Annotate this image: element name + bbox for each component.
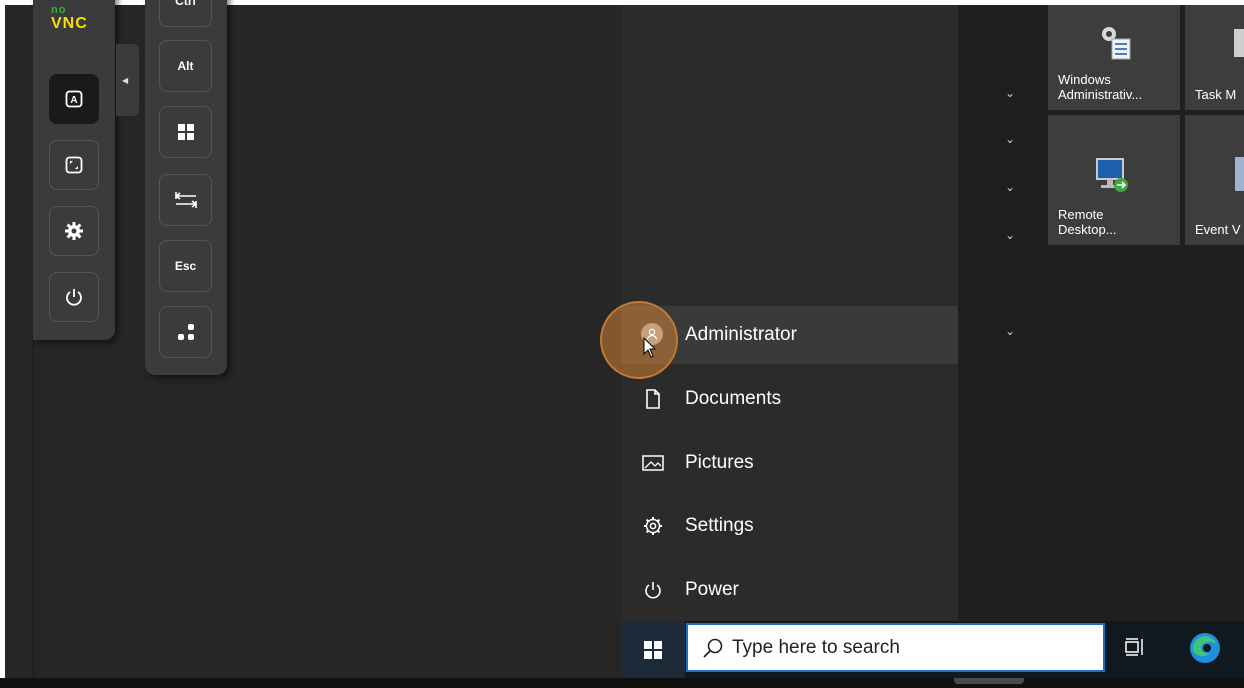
fullscreen-icon [65, 156, 83, 174]
tab-key-button[interactable] [159, 174, 212, 226]
mouse-cursor-icon [643, 337, 657, 358]
collapse-arrow-icon: ◀ [122, 75, 129, 85]
esc-key-button[interactable]: Esc [159, 240, 212, 292]
bottom-handle[interactable] [954, 678, 1024, 684]
tile-label-line2: Event V [1195, 222, 1241, 237]
menu-item-settings[interactable]: Settings [621, 497, 958, 555]
tile-windows-administrative-tools[interactable]: Windows Administrativ... [1048, 5, 1180, 110]
tile-label-line1: Windows [1058, 72, 1111, 87]
ctrl-alt-del-button[interactable] [159, 306, 212, 358]
extra-keys-panel: Ctrl Alt Esc [145, 0, 227, 375]
keyboard-button[interactable]: A [49, 74, 99, 124]
tile-remote-desktop[interactable]: Remote Desktop... [1048, 115, 1180, 245]
document-icon [646, 389, 660, 409]
task-view-button[interactable] [1120, 632, 1150, 662]
task-view-icon [1125, 638, 1143, 656]
menu-item-label: Administrator [685, 324, 797, 345]
task-manager-icon [1234, 29, 1244, 57]
esc-key-label: Esc [174, 259, 197, 273]
alt-key-label: Alt [177, 59, 194, 73]
menu-item-pictures[interactable]: Pictures [621, 434, 958, 492]
ctrl-key-label: Ctrl [175, 0, 196, 8]
windows-logo-icon [177, 124, 194, 140]
menu-item-label: Power [685, 579, 739, 600]
search-input[interactable] [730, 635, 1074, 660]
novnc-control-bar: no VNC A [33, 0, 115, 340]
svg-text:A: A [70, 95, 77, 106]
gear-icon [644, 517, 662, 535]
keyboard-icon: A [65, 90, 83, 108]
windows-logo-icon [644, 640, 662, 659]
tile-label-line2: Administrativ... [1058, 87, 1143, 102]
tile-label-line2: Task M [1195, 87, 1237, 102]
edge-browser-icon[interactable] [1188, 631, 1222, 665]
alt-key-button[interactable]: Alt [159, 40, 212, 92]
menu-item-label: Settings [685, 515, 754, 536]
power-icon [645, 582, 661, 599]
click-highlight-ring [600, 301, 678, 379]
chevron-down-icon[interactable]: ⌄ [1000, 132, 1020, 146]
pictures-icon [642, 455, 664, 471]
novnc-logo-vnc: VNC [51, 15, 88, 32]
screen-frame-bottom [0, 678, 1244, 688]
ctrl-alt-del-icon [177, 324, 194, 340]
power-icon [66, 289, 82, 306]
chevron-down-icon[interactable]: ⌄ [1000, 324, 1020, 338]
control-bar-handle[interactable]: ◀ [116, 44, 139, 116]
taskbar-search-box[interactable] [686, 623, 1105, 672]
tile-label-line2: Desktop... [1058, 222, 1117, 237]
gear-icon [65, 222, 83, 240]
ctrl-key-button[interactable]: Ctrl [159, 0, 212, 27]
tile-label-line1: Remote [1058, 207, 1104, 222]
settings-button[interactable] [49, 206, 99, 256]
chevron-down-icon[interactable]: ⌄ [1000, 86, 1020, 100]
tile-event-viewer[interactable]: Event V [1185, 115, 1244, 245]
novnc-logo: no VNC [51, 4, 88, 32]
screen-frame-left [0, 0, 5, 688]
remote-desktop-icon [1096, 158, 1128, 192]
menu-item-label: Documents [685, 388, 782, 409]
menu-item-label: Pictures [685, 452, 754, 473]
tile-task-manager[interactable]: Task M [1185, 5, 1244, 110]
tab-key-icon [174, 192, 197, 208]
admin-tools-icon [1102, 27, 1131, 60]
chevron-down-icon[interactable]: ⌄ [1000, 180, 1020, 194]
event-viewer-icon [1235, 157, 1244, 191]
menu-item-power[interactable]: Power [621, 561, 958, 619]
disconnect-button[interactable] [49, 272, 99, 322]
start-button[interactable] [621, 621, 685, 678]
fullscreen-button[interactable] [49, 140, 99, 190]
search-icon [703, 638, 723, 658]
chevron-down-icon[interactable]: ⌄ [1000, 228, 1020, 242]
windows-key-button[interactable] [159, 106, 212, 158]
menu-item-documents[interactable]: Documents [621, 370, 958, 428]
